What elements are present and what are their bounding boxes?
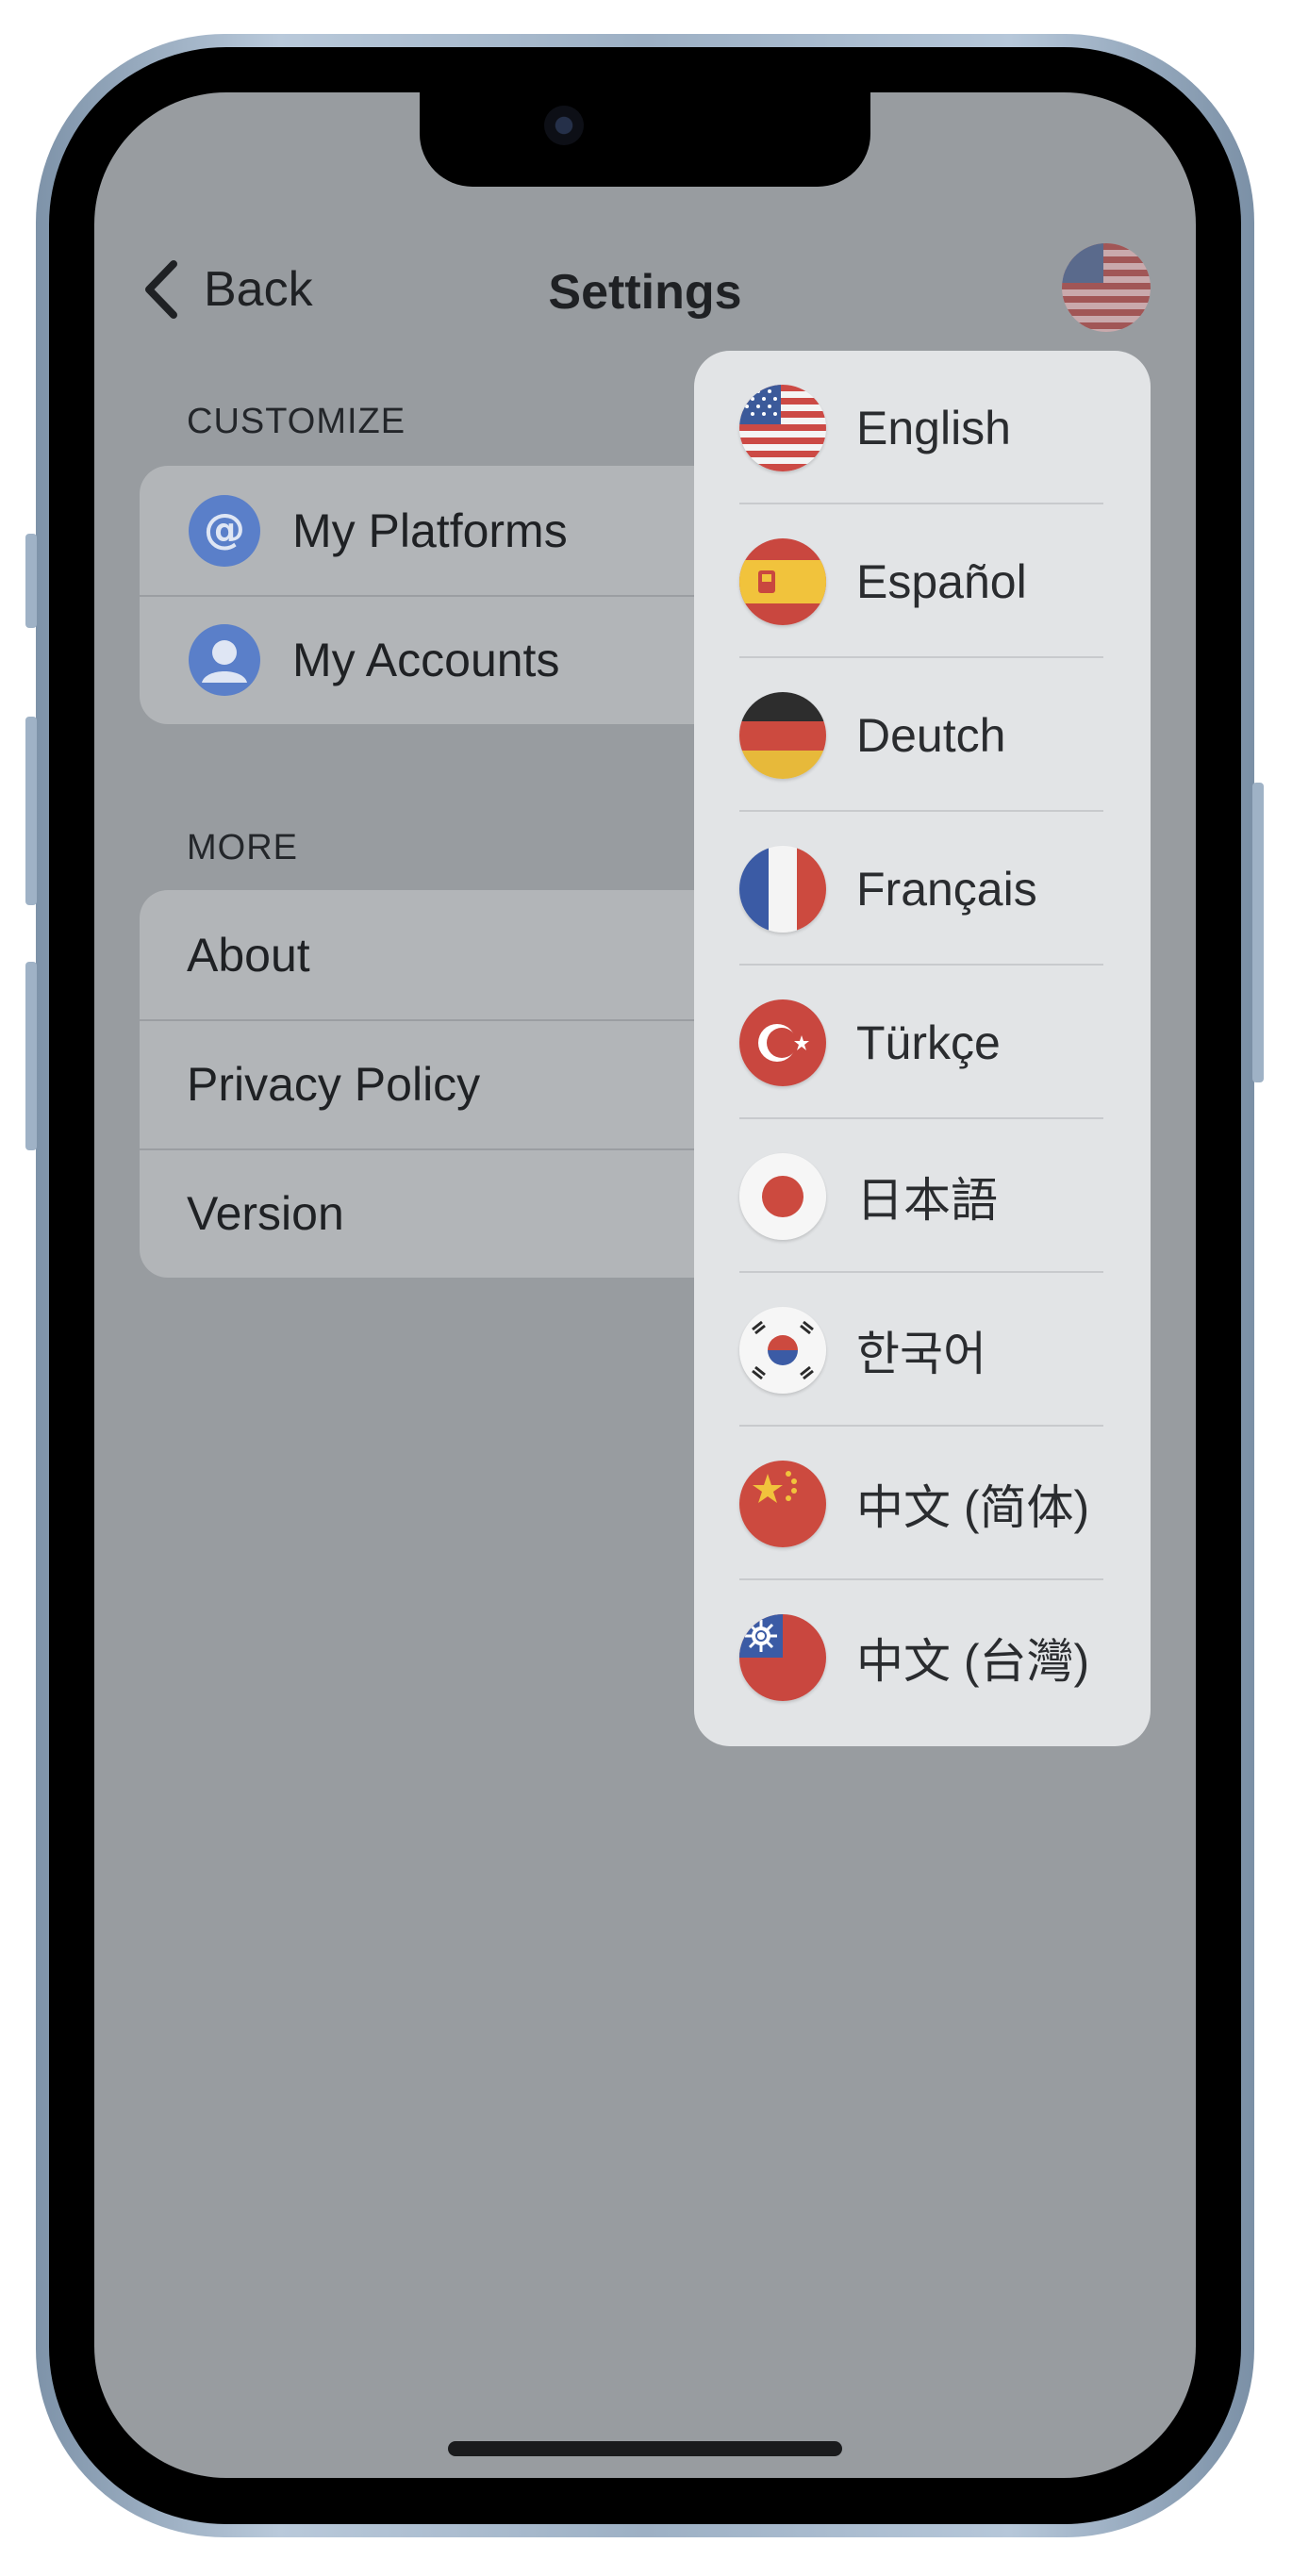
china-flag-icon <box>739 1460 826 1547</box>
home-indicator[interactable] <box>448 2441 842 2456</box>
front-camera <box>544 106 584 145</box>
language-menu: English Español Deutch Français Türkçe 日… <box>694 351 1151 1746</box>
my-accounts-label: My Accounts <box>292 633 560 686</box>
about-label: About <box>187 928 310 982</box>
my-platforms-label: My Platforms <box>292 504 568 557</box>
language-item-chinese-simplified[interactable]: 中文 (简体) <box>739 1427 1103 1580</box>
language-label: Español <box>856 554 1027 608</box>
language-item-deutch[interactable]: Deutch <box>739 658 1103 812</box>
language-label: Türkçe <box>856 1016 1001 1069</box>
language-label: 한국어 <box>856 1327 986 1380</box>
notch <box>420 92 870 187</box>
version-label: Version <box>187 1186 344 1240</box>
section-label-more: MORE <box>187 828 298 867</box>
language-item-korean[interactable]: 한국어 <box>739 1273 1103 1427</box>
section-label-customize: CUSTOMIZE <box>187 402 406 441</box>
japan-flag-icon <box>739 1152 826 1240</box>
turkey-flag-icon <box>739 999 826 1086</box>
language-item-turkce[interactable]: Türkçe <box>739 966 1103 1119</box>
spain-flag-icon <box>739 537 826 625</box>
privacy-policy-label: Privacy Policy <box>187 1057 481 1111</box>
screen: Back Settings CUSTOMIZE @ My Platforms M… <box>94 92 1196 2478</box>
language-item-espanol[interactable]: Español <box>739 504 1103 658</box>
at-sign-icon: @ <box>189 494 260 567</box>
us-flag-icon <box>739 384 826 471</box>
language-item-francais[interactable]: Français <box>739 812 1103 966</box>
language-item-japanese[interactable]: 日本語 <box>739 1119 1103 1273</box>
taiwan-flag-icon <box>739 1613 826 1701</box>
language-label: English <box>856 401 1011 454</box>
volume-up-button <box>25 717 37 905</box>
language-item-chinese-traditional[interactable]: 中文 (台灣) <box>739 1580 1103 1734</box>
us-flag-icon[interactable] <box>1062 243 1151 332</box>
germany-flag-icon <box>739 691 826 779</box>
france-flag-icon <box>739 845 826 933</box>
svg-text:@: @ <box>204 505 245 553</box>
language-label: Français <box>856 862 1037 916</box>
power-button <box>1252 783 1264 1082</box>
language-label: 中文 (简体) <box>856 1480 1090 1534</box>
korea-flag-icon <box>739 1306 826 1394</box>
language-label: 日本語 <box>856 1173 998 1227</box>
volume-down-button <box>25 962 37 1150</box>
navigation-bar: Back Settings <box>94 230 1196 349</box>
silent-switch <box>25 534 37 628</box>
page-title: Settings <box>548 265 742 320</box>
language-label: 中文 (台灣) <box>856 1634 1090 1688</box>
language-item-english[interactable]: English <box>739 351 1103 504</box>
person-icon <box>189 623 260 696</box>
language-label: Deutch <box>856 708 1006 762</box>
